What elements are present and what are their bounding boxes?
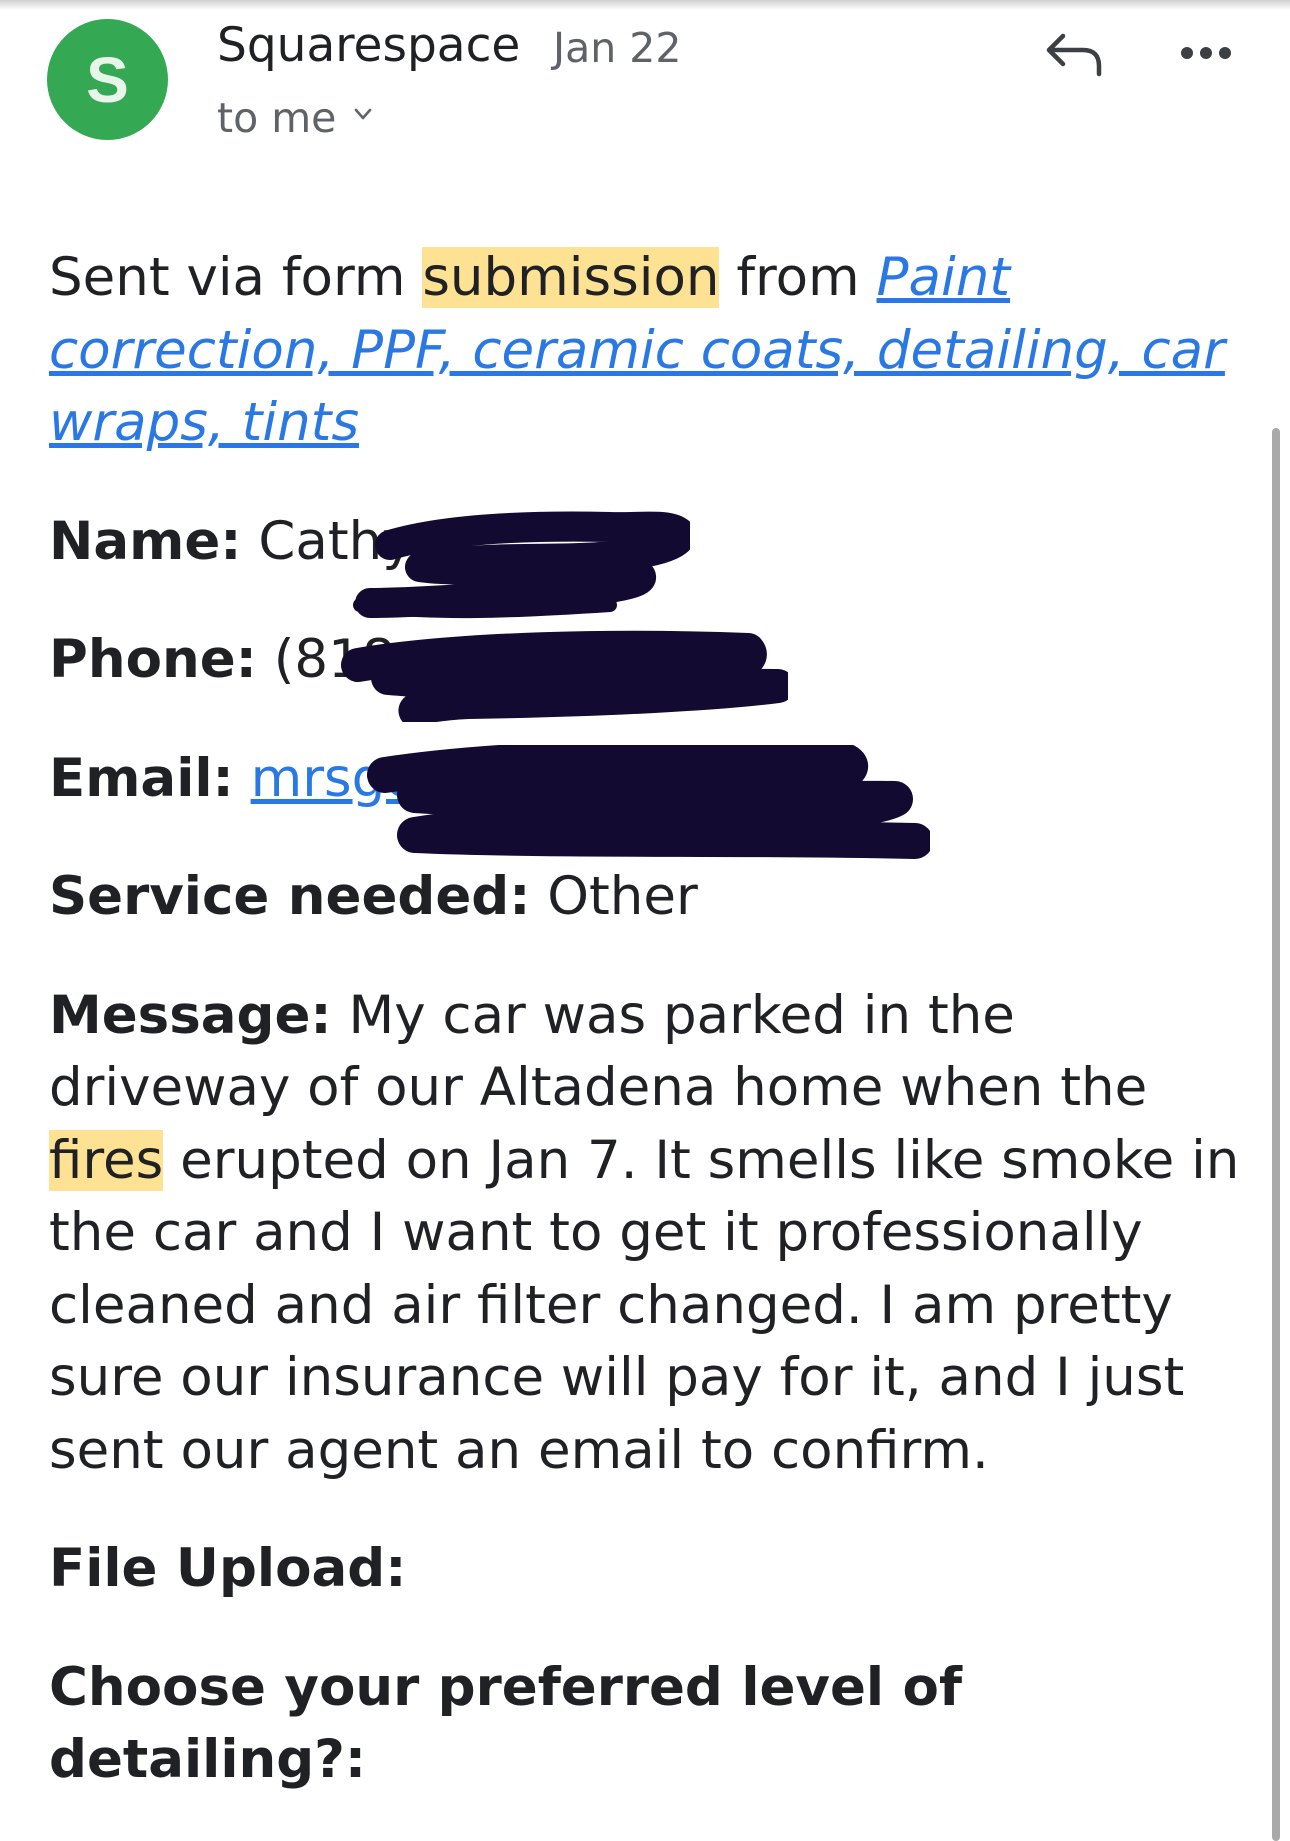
search-highlight-submission: submission: [422, 247, 720, 308]
avatar-letter: S: [86, 43, 129, 116]
upload-field: File Upload:: [49, 1533, 1264, 1606]
email-field: Email: mrsgo: [49, 743, 1264, 816]
recipient-line[interactable]: to me: [217, 94, 336, 142]
intro-paragraph: Sent via form submission from Paint corr…: [49, 242, 1264, 460]
message-field: Message: My car was parked in the drivew…: [49, 980, 1264, 1488]
name-value: Cathy: [258, 510, 414, 572]
phone-field: Phone: (818: [49, 624, 1264, 697]
email-date: Jan 22: [553, 24, 682, 72]
chevron-down-icon[interactable]: [352, 103, 374, 125]
service-label: Service needed:: [49, 866, 531, 927]
detailing-field: Choose your preferred level of detailing…: [49, 1652, 1264, 1797]
message-text-part2: erupted on Jan 7. It smells like smoke i…: [49, 1129, 1240, 1481]
search-highlight-fires: fires: [49, 1129, 164, 1191]
sender-name[interactable]: Squarespace: [217, 18, 520, 73]
sender-avatar[interactable]: S: [47, 19, 168, 140]
intro-prefix: Sent via form: [49, 247, 423, 308]
message-label: Message:: [49, 984, 332, 1046]
reply-icon[interactable]: [1043, 30, 1107, 80]
intro-middle: from: [719, 247, 877, 308]
detailing-label: Choose your preferred level of detailing…: [49, 1656, 963, 1791]
top-edge-shadow: [0, 0, 1290, 10]
service-field: Service needed: Other: [49, 861, 1264, 934]
service-value: Other: [547, 866, 698, 927]
email-body: Sent via form submission from Paint corr…: [49, 242, 1264, 1797]
name-label: Name:: [49, 510, 242, 572]
name-field: Name: Cathy: [49, 506, 1264, 579]
phone-label: Phone:: [49, 629, 257, 690]
email-label: Email:: [49, 747, 234, 809]
more-icon[interactable]: [1180, 38, 1232, 68]
email-link[interactable]: mrsgo: [251, 748, 418, 809]
phone-value: (818: [273, 629, 396, 690]
upload-label: File Upload:: [49, 1538, 407, 1599]
scrollbar[interactable]: [1272, 428, 1280, 1841]
